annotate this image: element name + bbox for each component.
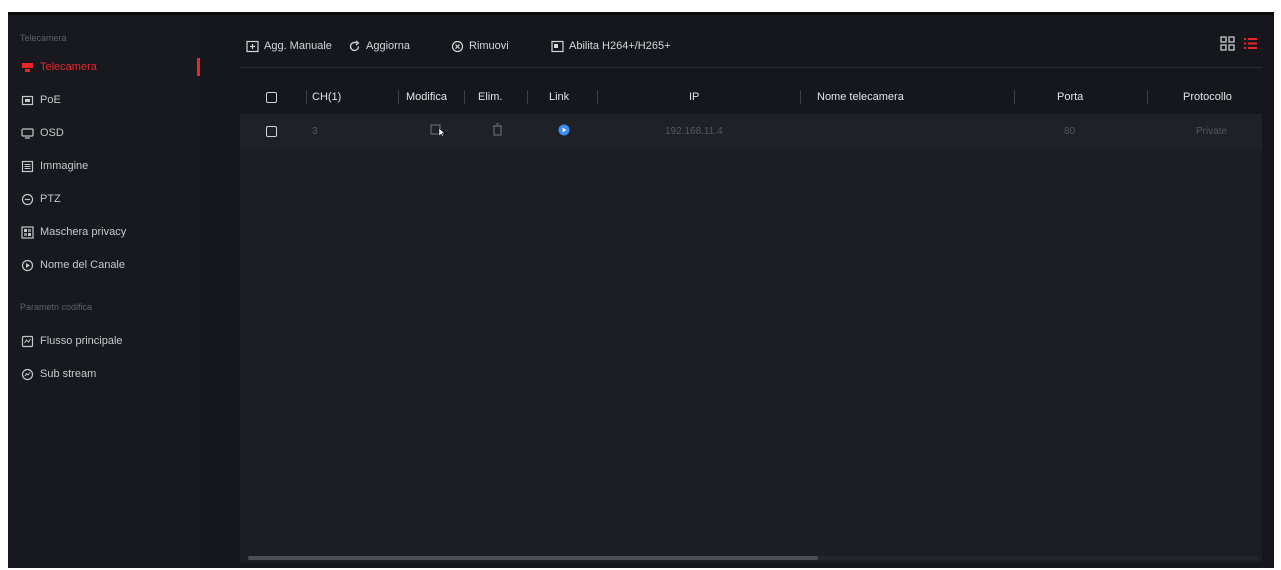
- sidebar-section-camera: Telecamera: [20, 33, 67, 43]
- add-device-icon: [245, 39, 259, 53]
- active-indicator: [197, 58, 200, 76]
- sidebar-item-label: Flusso principale: [40, 335, 123, 347]
- grid-view-button[interactable]: [1220, 36, 1236, 52]
- sidebar-item-label: Telecamera: [40, 61, 97, 73]
- cell-protocol: Private: [1196, 125, 1228, 137]
- codec-icon: [550, 39, 564, 53]
- column-divider: [464, 90, 465, 104]
- enable-codec-label: Abilita H264+/H265+: [569, 40, 671, 52]
- horizontal-scrollbar[interactable]: [248, 556, 1258, 560]
- sidebar-item-label: Maschera privacy: [40, 226, 127, 238]
- enable-codec-button[interactable]: Abilita H264+/H265+: [550, 36, 671, 56]
- column-header-ip[interactable]: IP: [689, 80, 699, 114]
- sidebar-item-label: Immagine: [40, 160, 89, 172]
- select-all-checkbox[interactable]: [266, 91, 277, 103]
- trash-icon: [492, 123, 503, 139]
- column-header-link: Link: [549, 91, 570, 103]
- sidebar-item-ptz[interactable]: PTZ: [8, 187, 200, 211]
- sidebar-item-poe[interactable]: PoE: [8, 88, 200, 112]
- sidebar-item-label: PoE: [40, 94, 61, 106]
- toolbar: Agg. Manuale Aggiorna Rimuovi Abilita H2…: [240, 30, 1262, 68]
- column-header-protocol[interactable]: Protocollo: [1183, 80, 1232, 114]
- remove-button[interactable]: Rimuovi: [450, 36, 509, 56]
- sidebar-item-immagine[interactable]: Immagine: [8, 154, 200, 178]
- column-divider: [306, 90, 307, 104]
- column-header-edit: Modifica: [406, 91, 447, 103]
- sidebar: Telecamera Telecamera PoE OSD Immagine P…: [8, 15, 200, 568]
- add-manual-label: Agg. Manuale: [264, 40, 332, 52]
- refresh-button[interactable]: Aggiorna: [347, 36, 410, 56]
- column-header-name[interactable]: Nome telecamera: [817, 80, 904, 114]
- grid-view-icon: [1220, 36, 1235, 54]
- refresh-label: Aggiorna: [366, 40, 411, 52]
- edit-icon: [430, 123, 446, 140]
- privacy-mask-icon: [20, 225, 34, 239]
- remove-label: Rimuovi: [469, 40, 509, 52]
- table-header: CH(1) Modifica Elim. Link IP Nome teleca…: [240, 80, 1262, 114]
- poe-icon: [20, 93, 34, 107]
- column-header-ch[interactable]: CH(1): [312, 80, 341, 114]
- play-icon: [558, 124, 570, 139]
- column-divider: [1147, 90, 1148, 104]
- channel-name-icon: [20, 258, 34, 272]
- column-divider: [597, 90, 598, 104]
- list-view-icon: [1243, 38, 1258, 54]
- sidebar-item-privacy-mask[interactable]: Maschera privacy: [8, 220, 200, 244]
- sidebar-item-sub-stream[interactable]: Sub stream: [8, 362, 200, 386]
- ptz-icon: [20, 192, 34, 206]
- scrollbar-thumb[interactable]: [248, 556, 818, 560]
- image-settings-icon: [20, 159, 34, 173]
- cell-ch: 3: [312, 125, 318, 137]
- column-divider: [398, 90, 399, 104]
- monitor-icon: [20, 126, 34, 140]
- camera-settings-window: Telecamera Telecamera PoE OSD Immagine P…: [8, 12, 1274, 568]
- column-header-port[interactable]: Porta: [1057, 80, 1083, 114]
- camera-table: CH(1) Modifica Elim. Link IP Nome teleca…: [240, 80, 1262, 562]
- delete-button[interactable]: [492, 114, 503, 148]
- cell-ip: 192.168.11.4: [665, 125, 723, 137]
- sidebar-item-telecamera[interactable]: Telecamera: [8, 55, 200, 79]
- edit-button[interactable]: [430, 114, 446, 148]
- refresh-icon: [347, 39, 361, 53]
- sidebar-item-label: Nome del Canale: [40, 259, 125, 271]
- column-divider: [800, 90, 801, 104]
- sidebar-item-osd[interactable]: OSD: [8, 121, 200, 145]
- sidebar-item-label: OSD: [40, 127, 64, 139]
- list-view-button[interactable]: [1243, 36, 1259, 52]
- column-header-delete: Elim.: [478, 91, 503, 103]
- add-manual-button[interactable]: Agg. Manuale: [245, 36, 332, 56]
- sub-stream-icon: [20, 367, 34, 381]
- row-checkbox-cell: [266, 114, 277, 148]
- camera-icon: [20, 60, 34, 74]
- cell-port: 80: [1064, 125, 1076, 137]
- column-divider: [1014, 90, 1015, 104]
- main-stream-icon: [20, 334, 34, 348]
- sidebar-item-channel-name[interactable]: Nome del Canale: [8, 253, 200, 277]
- sidebar-item-label: PTZ: [40, 193, 61, 205]
- column-divider: [527, 90, 528, 104]
- remove-icon: [450, 39, 464, 53]
- sidebar-item-label: Sub stream: [40, 368, 97, 380]
- link-status[interactable]: [558, 114, 570, 148]
- table-row[interactable]: 3 192.168.11.4 80 Private: [240, 114, 1262, 148]
- sidebar-section-encoding: Parametri codifica: [20, 302, 93, 312]
- select-all-checkbox-cell: [266, 80, 277, 114]
- row-checkbox[interactable]: [266, 125, 277, 137]
- sidebar-item-main-stream[interactable]: Flusso principale: [8, 329, 200, 353]
